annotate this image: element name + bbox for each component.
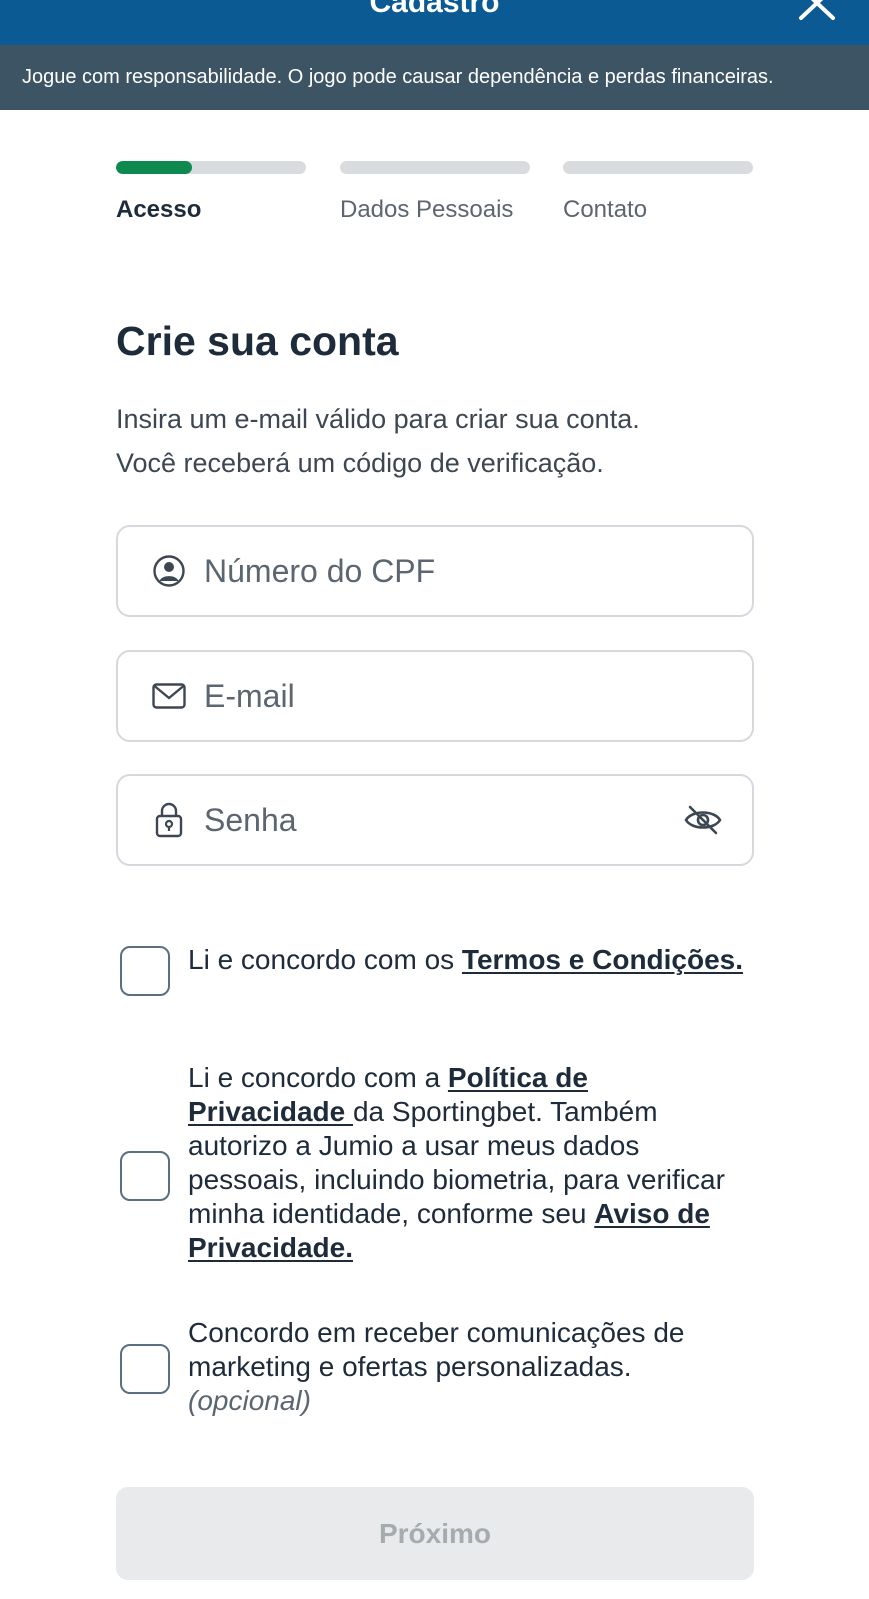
top-bar: Cadastro — [0, 0, 869, 45]
step-track — [563, 161, 753, 174]
close-icon[interactable] — [795, 0, 839, 26]
step-track — [340, 161, 530, 174]
step-dados-pessoais: Dados Pessoais — [340, 161, 530, 224]
subtitle-line-1: Insira um e-mail válido para criar sua c… — [116, 404, 640, 434]
banner-text: Jogue com responsabilidade. O jogo pode … — [22, 66, 774, 88]
step-contato: Contato — [563, 161, 753, 224]
page-title: Crie sua conta — [116, 318, 399, 364]
user-circle-icon — [152, 554, 186, 588]
subtitle-line-2: Você receberá um código de verificação. — [116, 448, 604, 478]
marketing-checkbox[interactable] — [120, 1344, 170, 1394]
step-label: Dados Pessoais — [340, 196, 514, 223]
step-label: Contato — [563, 196, 648, 223]
step-track — [116, 161, 306, 174]
password-field[interactable] — [116, 774, 754, 866]
cpf-input[interactable] — [204, 527, 672, 615]
lock-icon — [152, 802, 186, 838]
privacy-checkbox[interactable] — [120, 1151, 170, 1201]
privacy-consent-text: Li e concordo com a Política de Privacid… — [188, 1061, 748, 1265]
cpf-field[interactable] — [116, 525, 754, 617]
mail-icon — [152, 679, 186, 713]
email-input[interactable] — [204, 652, 672, 740]
terms-text: Li e concordo com os — [188, 944, 462, 975]
privacy-text: Li e concordo com a — [188, 1062, 448, 1093]
responsible-gaming-banner: Jogue com responsabilidade. O jogo pode … — [0, 45, 869, 110]
step-progress-fill — [116, 161, 192, 174]
email-field[interactable] — [116, 650, 754, 742]
marketing-text: Concordo em receber comunicações de mark… — [188, 1317, 685, 1382]
step-acesso: Acesso — [116, 161, 306, 224]
form-subtitle: Insira um e-mail válido para criar sua c… — [116, 397, 756, 485]
step-label: Acesso — [116, 196, 202, 223]
terms-checkbox[interactable] — [120, 946, 170, 996]
optional-label: (opcional) — [188, 1385, 311, 1416]
marketing-consent-text: Concordo em receber comunicações de mark… — [188, 1316, 748, 1418]
next-button[interactable]: Próximo — [116, 1487, 754, 1580]
page-header-title: Cadastro — [369, 0, 500, 19]
terms-consent-text: Li e concordo com os Termos e Condições. — [188, 943, 748, 977]
eye-off-icon[interactable] — [684, 805, 722, 835]
terms-link[interactable]: Termos e Condições. — [462, 944, 743, 975]
password-input[interactable] — [204, 776, 672, 864]
